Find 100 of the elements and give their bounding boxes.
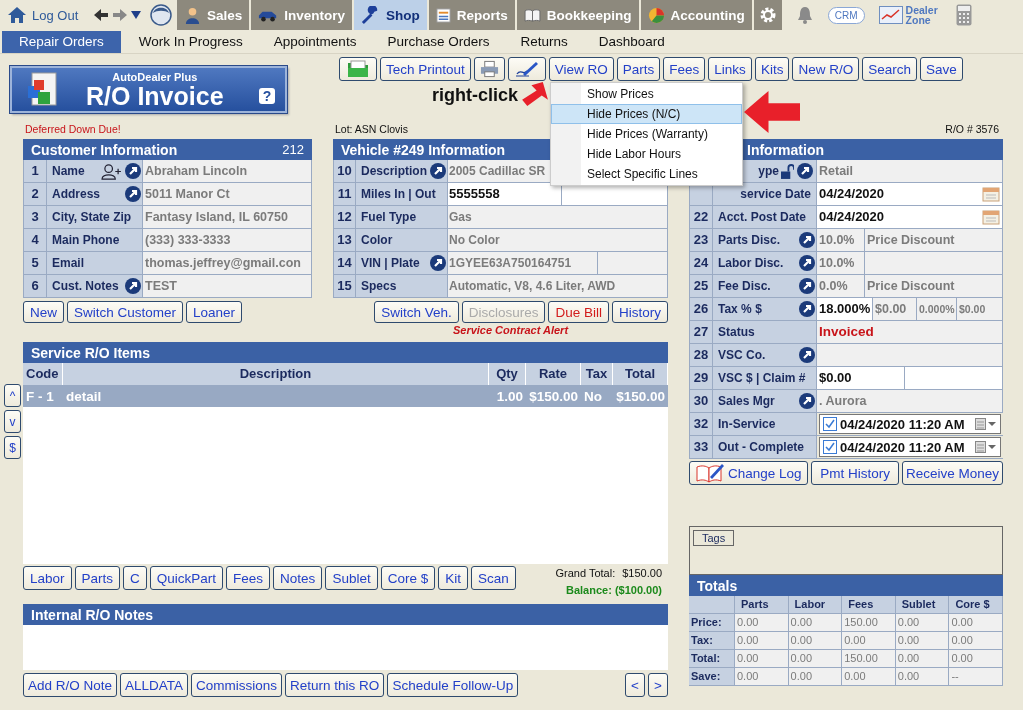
page-title: R/O Invoice [86, 82, 224, 109]
dealer-zone-link[interactable]: Dealer Zone [878, 5, 942, 25]
arrow-icon[interactable] [125, 278, 141, 294]
nav-tab[interactable]: Accounting [640, 0, 752, 30]
settings-button[interactable] [753, 0, 782, 30]
sub-nav-tab[interactable]: Appointments [260, 30, 370, 53]
nav-tab[interactable]: Reports [428, 0, 515, 30]
toolbar-button[interactable]: Fees [663, 57, 706, 81]
ro-button[interactable]: Pmt History [811, 461, 899, 485]
sub-nav-tab[interactable]: Work In Progress [125, 30, 256, 53]
dropdown-caret-icon[interactable] [131, 11, 141, 19]
toolbar-button[interactable]: Tech Printout [380, 57, 471, 81]
folder-button[interactable] [339, 57, 377, 81]
vehicle-button[interactable]: Due Bill [548, 301, 609, 323]
ro-button[interactable]: Change Log [689, 461, 809, 485]
side-button[interactable]: v [4, 410, 21, 433]
header-cell [689, 596, 735, 614]
sub-nav-tab[interactable]: Purchase Orders [374, 30, 503, 53]
person-icon[interactable] [150, 4, 172, 26]
footer-button[interactable]: ALLDATA [120, 673, 189, 697]
table-cell: 0.00 [788, 650, 843, 668]
pager-button[interactable]: > [648, 673, 668, 697]
sub-nav-tab[interactable]: Dashboard [585, 30, 678, 53]
toolbar-button[interactable]: Save [919, 57, 963, 81]
ro-button[interactable]: Receive Money [901, 461, 1003, 485]
help-button[interactable]: ? [259, 88, 275, 104]
date-field[interactable]: 04/24/2020 [817, 206, 1003, 228]
sub-nav-tab[interactable]: Returns [507, 30, 581, 53]
tags-button[interactable]: Tags [693, 530, 735, 546]
line-item-button[interactable]: C [123, 566, 147, 590]
log-out-link[interactable]: Log Out [7, 6, 87, 24]
input-field[interactable]: 18.000% [817, 298, 873, 320]
value-cell: 10.0% [817, 252, 865, 274]
sub-nav-tab[interactable]: Repair Orders [2, 30, 121, 53]
datetime-picker[interactable]: 04/24/2020 11:20 AM [819, 414, 1001, 434]
menu-item[interactable]: Hide Prices (Warranty) [551, 124, 742, 144]
menu-item[interactable]: Show Prices [551, 84, 742, 104]
arrow-icon[interactable] [799, 393, 815, 409]
footer-button[interactable]: Schedule Follow-Up [387, 673, 519, 697]
line-item-button[interactable]: Labor [23, 566, 72, 590]
line-item-button[interactable]: Parts [74, 566, 121, 590]
line-item-button[interactable]: Fees [226, 566, 271, 590]
crm-cloud-button[interactable]: CRM [827, 6, 865, 24]
arrow-icon[interactable] [799, 278, 815, 294]
footer-button[interactable]: Add R/O Note [23, 673, 118, 697]
checkbox[interactable] [823, 417, 837, 431]
toolbar-button[interactable]: Kits [754, 57, 790, 81]
unlocked-lock-icon[interactable] [781, 163, 794, 179]
nav-tab[interactable]: Bookkeeping [516, 0, 639, 30]
date-field[interactable]: 04/24/2020 [817, 183, 1003, 205]
datetime-picker[interactable]: 04/24/2020 11:20 AM [819, 437, 1001, 457]
side-button[interactable]: ^ [4, 384, 21, 407]
arrow-icon[interactable] [799, 232, 815, 248]
pager-button[interactable]: < [625, 673, 645, 697]
print-button[interactable] [473, 57, 505, 81]
checkbox[interactable] [823, 440, 837, 454]
signature-button[interactable] [507, 57, 546, 81]
row-number: 28 [693, 347, 709, 362]
line-item-button[interactable]: Core $ [380, 566, 436, 590]
toolbar-button[interactable]: Search [862, 57, 917, 81]
vehicle-button[interactable]: Switch Veh. [374, 301, 459, 323]
nav-tab[interactable]: Inventory [251, 0, 353, 30]
customer-button[interactable]: New [23, 301, 64, 323]
customer-button[interactable]: Loaner [186, 301, 243, 323]
row-number: 2 [31, 186, 39, 201]
footer-button[interactable]: Return this RO [285, 673, 385, 697]
toolbar-button[interactable]: New R/O [792, 57, 860, 81]
grand-total-label: Grand Total: [555, 567, 616, 579]
footer-button[interactable]: Commissions [191, 673, 283, 697]
back-arrow-icon[interactable] [93, 8, 109, 22]
line-item-button[interactable]: Notes [273, 566, 323, 590]
toolbar-button[interactable]: Links [708, 57, 752, 81]
add-user-icon[interactable] [101, 162, 122, 180]
arrow-icon[interactable] [125, 163, 141, 179]
vehicle-button[interactable]: History [612, 301, 668, 323]
row-number: 4 [31, 232, 39, 247]
arrow-icon[interactable] [799, 301, 815, 317]
bell-icon[interactable] [795, 5, 814, 25]
input-field[interactable] [905, 367, 1003, 389]
line-item-button[interactable]: Sublet [325, 566, 378, 590]
toolbar-button[interactable]: View RO [548, 57, 614, 81]
line-item-button[interactable]: QuickPart [149, 566, 224, 590]
nav-tab[interactable]: Sales [177, 0, 250, 30]
side-button[interactable]: $ [4, 436, 21, 459]
input-field[interactable]: $0.00 [817, 367, 905, 389]
arrow-icon[interactable] [799, 347, 815, 363]
input-field[interactable]: 5555558 [448, 183, 562, 205]
customer-button[interactable]: Switch Customer [67, 301, 184, 323]
arrow-icon[interactable] [797, 163, 813, 179]
line-item-button[interactable]: Kit [438, 566, 468, 590]
arrow-icon[interactable] [799, 255, 815, 271]
calendar-dropdown-icon[interactable] [975, 418, 997, 430]
arrow-icon[interactable] [125, 186, 141, 202]
calendar-dropdown-icon[interactable] [975, 441, 997, 453]
arrow-icon[interactable] [430, 163, 446, 179]
line-item-button[interactable]: Scan [470, 566, 516, 590]
toolbar-button[interactable]: Parts [616, 57, 661, 81]
nav-tab[interactable]: Shop [354, 0, 427, 30]
arrow-icon[interactable] [430, 255, 446, 271]
menu-item[interactable]: Hide Prices (N/C) [551, 104, 742, 124]
